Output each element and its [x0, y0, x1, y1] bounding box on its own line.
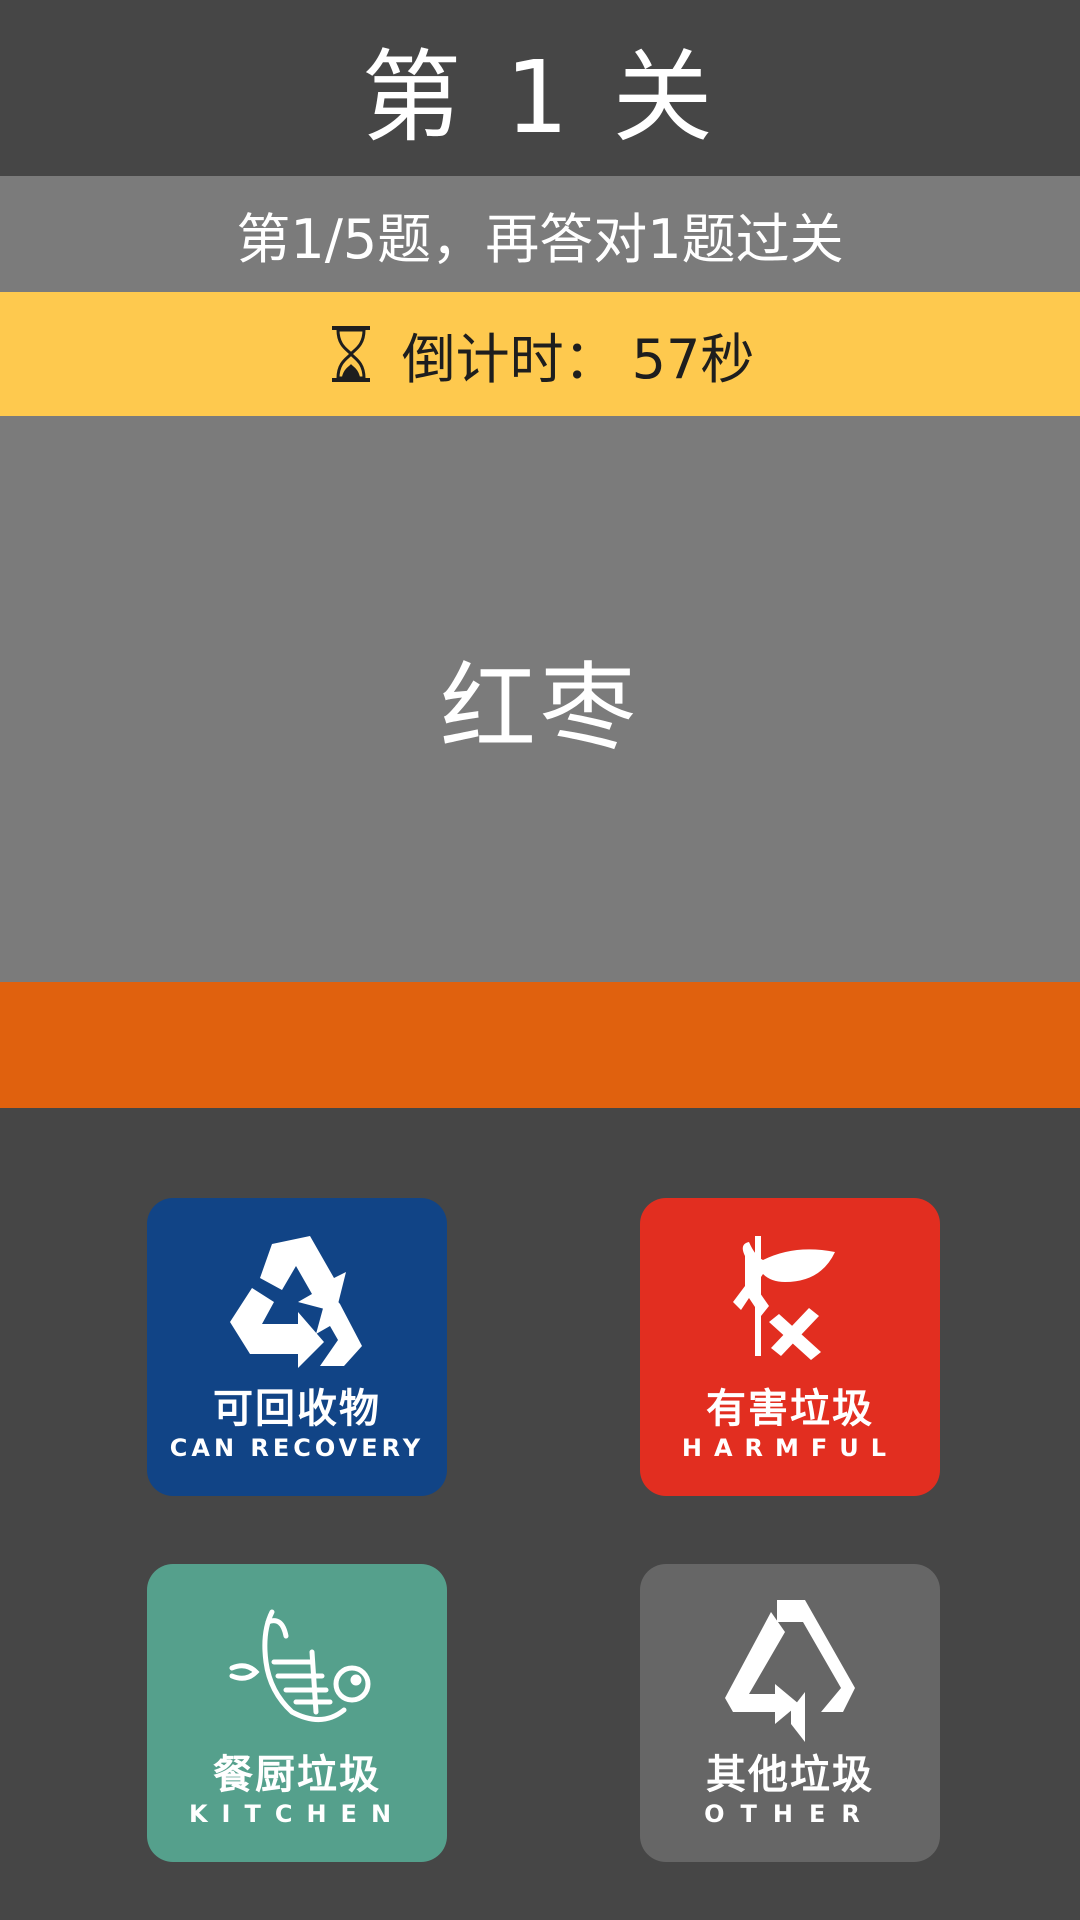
- kitchen-bin-button[interactable]: 餐厨垃圾 KITCHEN: [147, 1564, 447, 1862]
- progress-text: 第1/5题，再答对1题过关: [236, 207, 844, 271]
- bin-label-cn: 其他垃圾: [706, 1752, 874, 1798]
- other-bin-button[interactable]: 其他垃圾 OTHER: [640, 1564, 940, 1862]
- bin-label-en: HARMFUL: [681, 1434, 899, 1462]
- level-header: 第 1 关: [0, 0, 1080, 176]
- food-waste-icon: [229, 1609, 371, 1722]
- countdown-bar: 倒计时： 57秒: [0, 292, 1080, 416]
- countdown-value: 57秒: [631, 327, 755, 391]
- bin-label-cn: 有害垃圾: [706, 1386, 874, 1432]
- hazard-icon: [733, 1236, 835, 1360]
- recyclable-bin-button[interactable]: 可回收物 CAN RECOVERY: [147, 1198, 447, 1496]
- bin-label-en: KITCHEN: [188, 1800, 406, 1828]
- bin-label-en: CAN RECOVERY: [169, 1434, 425, 1462]
- hourglass-icon: [331, 326, 370, 382]
- countdown-label: 倒计时：: [401, 327, 618, 391]
- bin-label-en: OTHER: [704, 1800, 876, 1828]
- harmful-bin-button[interactable]: 有害垃圾 HARMFUL: [640, 1198, 940, 1496]
- other-waste-icon: [725, 1600, 855, 1742]
- level-title: 第 1 关: [361, 38, 719, 156]
- bin-label-cn: 餐厨垃圾: [213, 1752, 381, 1798]
- question-panel: 红枣: [0, 416, 1080, 982]
- bin-label-cn: 可回收物: [213, 1386, 381, 1432]
- recycle-icon: [230, 1236, 362, 1368]
- question-progress-bar: 第1/5题，再答对1题过关: [0, 176, 1080, 292]
- question-word: 红枣: [440, 651, 640, 764]
- feedback-strip: [0, 982, 1080, 1108]
